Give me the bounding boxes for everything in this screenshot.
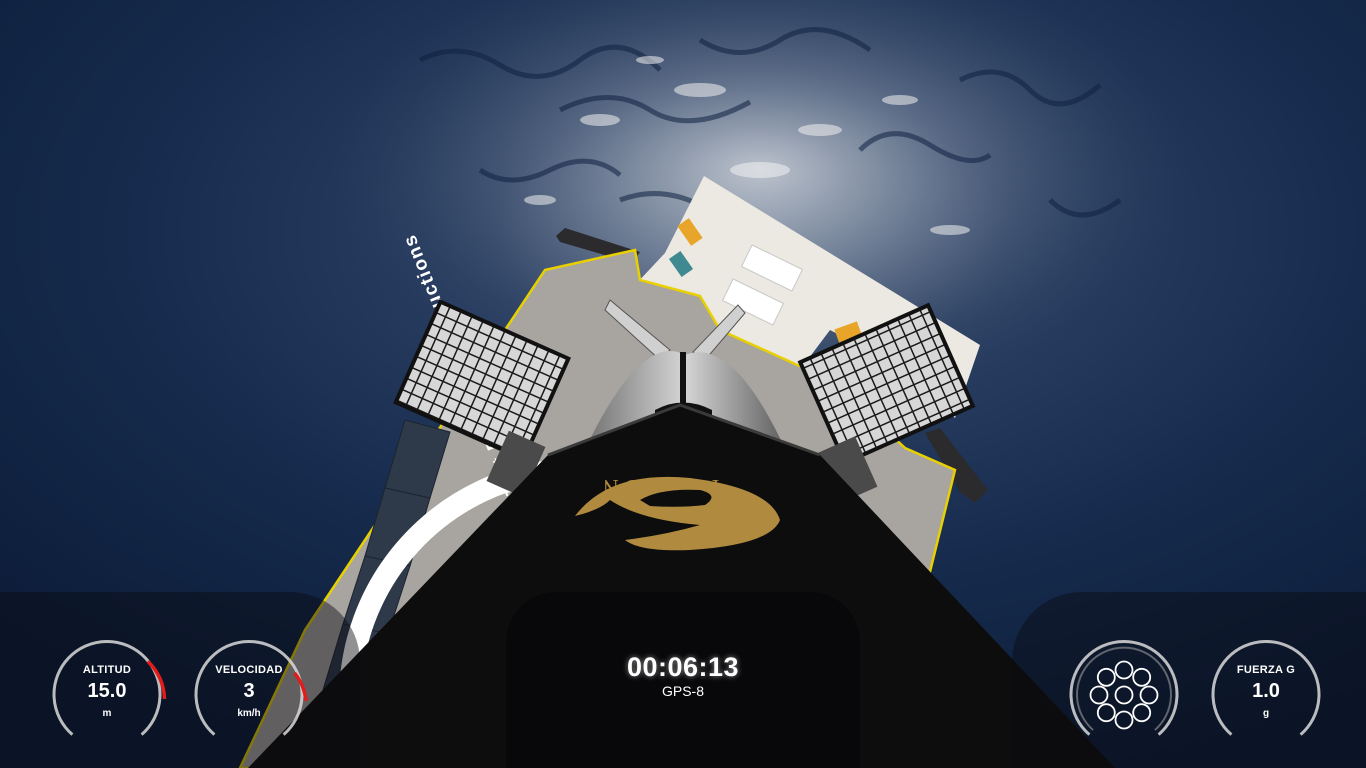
altitude-value: 15.0	[87, 680, 127, 702]
altitude-gauge: ALTITUD 15.0 m	[47, 635, 167, 755]
engine-4	[1139, 685, 1159, 705]
gforce-unit: g	[1262, 708, 1270, 719]
velocity-value: 3	[243, 680, 255, 702]
engine-6	[1114, 710, 1134, 730]
engine-8	[1089, 685, 1109, 705]
velocity-gauge: VELOCIDAD 3 km/h	[189, 635, 309, 755]
engine-1	[1114, 685, 1134, 705]
velocity-unit: km/h	[237, 708, 261, 719]
engine-2	[1114, 660, 1134, 680]
mission-timer-block: 00:06:13 GPS-8	[506, 652, 860, 699]
altitude-unit: m	[102, 708, 112, 719]
altitude-label: ALTITUD	[82, 664, 132, 676]
engine-5	[1132, 703, 1152, 723]
engine-cluster	[1064, 635, 1184, 755]
engine-7	[1096, 703, 1116, 723]
engine-gauge-track	[1069, 640, 1179, 736]
engine-gauge-inner	[1076, 646, 1172, 731]
merlin-engine-cluster-icon	[1069, 640, 1179, 736]
velocity-label: VELOCIDAD	[215, 664, 283, 676]
engine-circles	[1089, 660, 1159, 730]
mission-name: GPS-8	[661, 683, 704, 699]
mission-timer: 00:06:13	[626, 652, 740, 682]
gforce-gauge: FUERZA G 1.0 g	[1206, 635, 1326, 755]
gforce-value: 1.0	[1252, 680, 1280, 702]
engine-3	[1132, 667, 1152, 687]
engine-9	[1096, 667, 1116, 687]
gforce-label: FUERZA G	[1236, 664, 1296, 676]
